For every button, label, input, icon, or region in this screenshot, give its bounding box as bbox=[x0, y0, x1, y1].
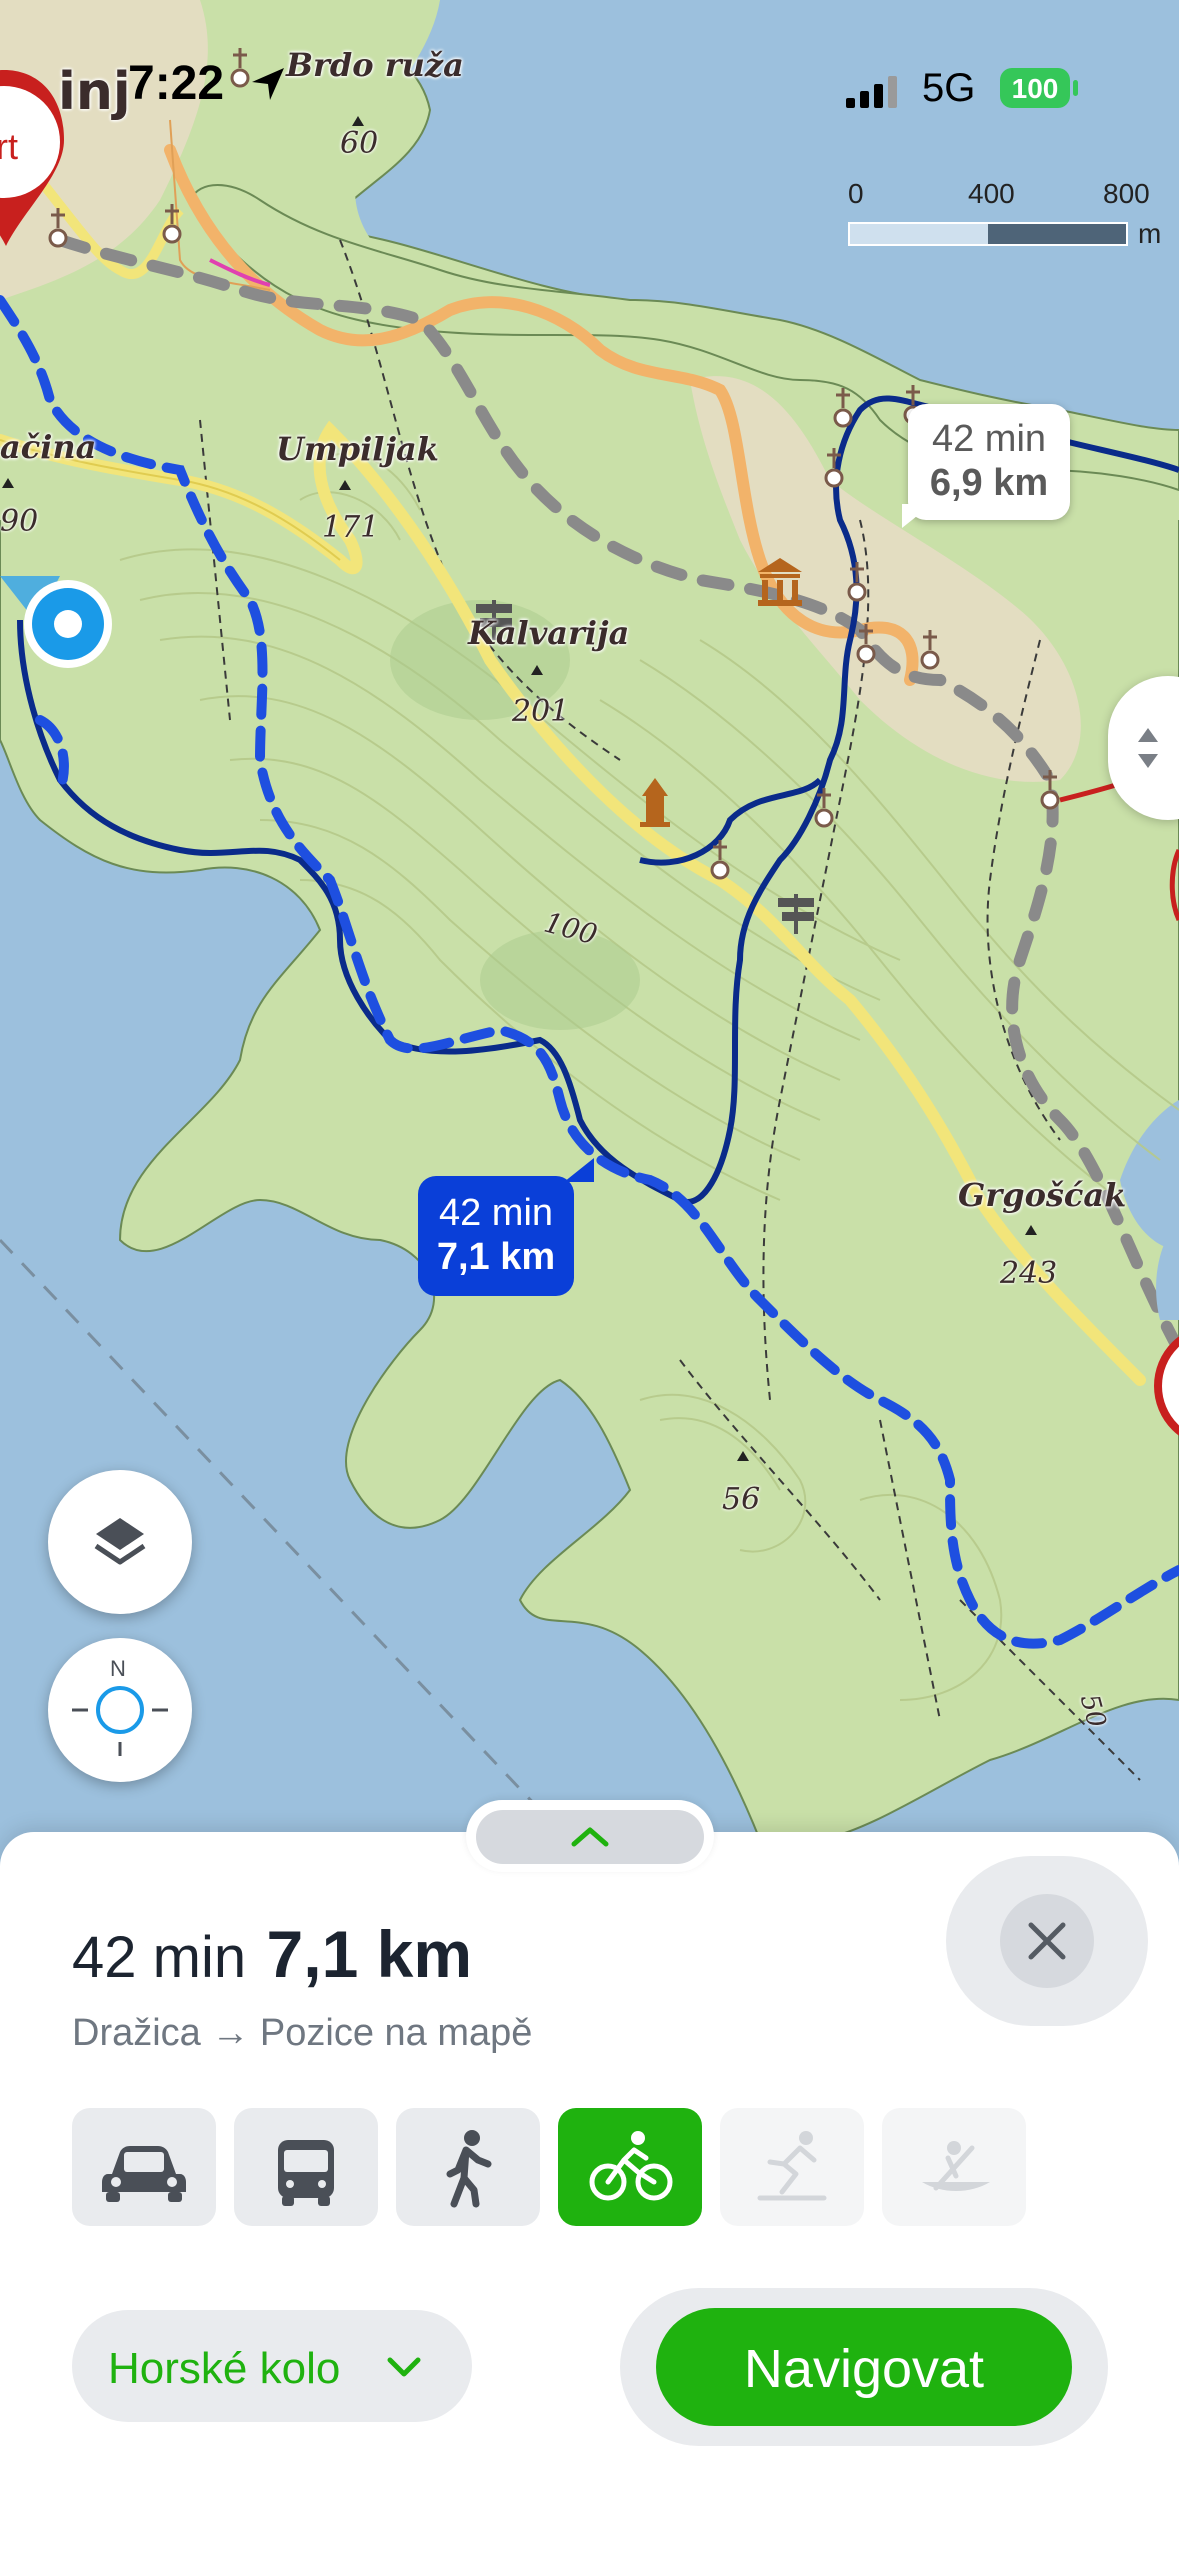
chevron-up-icon bbox=[571, 1827, 609, 1847]
start-marker-label: art bbox=[0, 126, 19, 167]
status-network: 5G bbox=[922, 66, 976, 110]
elevation-60: 60 bbox=[340, 126, 379, 161]
elevation-90: 90 bbox=[0, 504, 39, 539]
bike-icon bbox=[589, 2131, 673, 2201]
chevron-down-icon bbox=[387, 2357, 421, 2377]
expand-arrows-icon bbox=[1138, 728, 1158, 768]
battery-level: 100 bbox=[1011, 73, 1059, 104]
navigate-button[interactable]: Navigovat bbox=[656, 2308, 1072, 2426]
scale-label-800: 800 bbox=[1103, 178, 1150, 209]
elevation-243: 243 bbox=[1000, 1256, 1058, 1291]
bike-type-label: Horské kolo bbox=[108, 2344, 341, 2393]
end-marker[interactable] bbox=[1152, 1300, 1179, 1480]
sheet-handle[interactable] bbox=[466, 1800, 714, 1872]
elevation-56: 56 bbox=[722, 1482, 761, 1517]
badge-pointer bbox=[564, 1158, 594, 1182]
transport-mode-ski bbox=[720, 2108, 864, 2226]
signal-icon bbox=[846, 76, 902, 108]
start-marker[interactable]: art bbox=[0, 70, 64, 246]
route-description: Dražica → Pozice na mapě bbox=[72, 2012, 533, 2054]
navigate-label: Navigovat bbox=[743, 2339, 985, 2399]
place-label-grgoscak: Grgošćak bbox=[958, 1176, 1127, 1214]
transport-mode-boat bbox=[882, 2108, 1026, 2226]
route-badge-primary-time: 42 min bbox=[438, 1192, 554, 1234]
map-scale: 0 400 800 m bbox=[846, 178, 1176, 258]
transport-mode-bus[interactable] bbox=[234, 2108, 378, 2226]
route-badge-primary[interactable]: 42 min 7,1 km bbox=[418, 1158, 594, 1296]
transport-mode-bike[interactable] bbox=[558, 2108, 702, 2226]
walk-icon bbox=[446, 2130, 492, 2208]
battery-icon: 100 bbox=[1000, 66, 1080, 110]
bus-icon bbox=[278, 2140, 334, 2206]
elevation-201: 201 bbox=[512, 694, 570, 729]
route-badge-primary-distance: 7,1 km bbox=[436, 1236, 556, 1278]
map-view[interactable]: Brdo ruža Umpiljak Kalvarija Grgošćak ač… bbox=[0, 0, 1179, 1840]
compass-north-label: N bbox=[110, 1656, 126, 1681]
route-time: 42 min bbox=[72, 1925, 247, 1990]
layers-button[interactable] bbox=[48, 1470, 192, 1614]
place-label-kalvarija: Kalvarija bbox=[468, 614, 630, 652]
car-icon bbox=[102, 2146, 186, 2202]
ski-icon bbox=[757, 2131, 827, 2201]
compass-button[interactable]: N bbox=[48, 1638, 192, 1782]
route-badge-alt-distance: 6,9 km bbox=[929, 462, 1049, 504]
layers-icon bbox=[94, 1518, 146, 1565]
route-badge-alt-time: 42 min bbox=[931, 418, 1047, 460]
place-label-town: inj bbox=[58, 62, 131, 122]
transport-mode-walk[interactable] bbox=[396, 2108, 540, 2226]
place-label-brdo-ruza: Brdo ruža bbox=[286, 46, 464, 84]
place-label-dracina: ačina bbox=[0, 428, 97, 466]
scale-label-0: 0 bbox=[848, 178, 864, 209]
close-button[interactable] bbox=[946, 1856, 1148, 2026]
current-location-marker bbox=[0, 572, 120, 672]
status-time: 7:22 bbox=[128, 57, 225, 110]
close-icon bbox=[1028, 1922, 1066, 1960]
route-distance: 7,1 km bbox=[266, 1917, 473, 1991]
route-summary: 42 min 7,1 km bbox=[72, 1916, 472, 1996]
transport-mode-car[interactable] bbox=[72, 2108, 216, 2226]
route-badge-alt[interactable]: 42 min 6,9 km bbox=[902, 404, 1070, 528]
bike-type-dropdown[interactable]: Horské kolo bbox=[72, 2310, 472, 2422]
scale-unit: m bbox=[1138, 218, 1162, 249]
scale-label-400: 400 bbox=[968, 178, 1015, 209]
location-arrow-icon bbox=[248, 64, 288, 104]
elevation-171: 171 bbox=[322, 510, 380, 545]
place-label-umpiljak: Umpiljak bbox=[276, 430, 439, 468]
badge-pointer bbox=[902, 504, 932, 528]
navigate-button-wrap: Navigovat bbox=[620, 2288, 1108, 2446]
scale-bar bbox=[848, 222, 1128, 246]
canoe-icon bbox=[922, 2141, 990, 2191]
